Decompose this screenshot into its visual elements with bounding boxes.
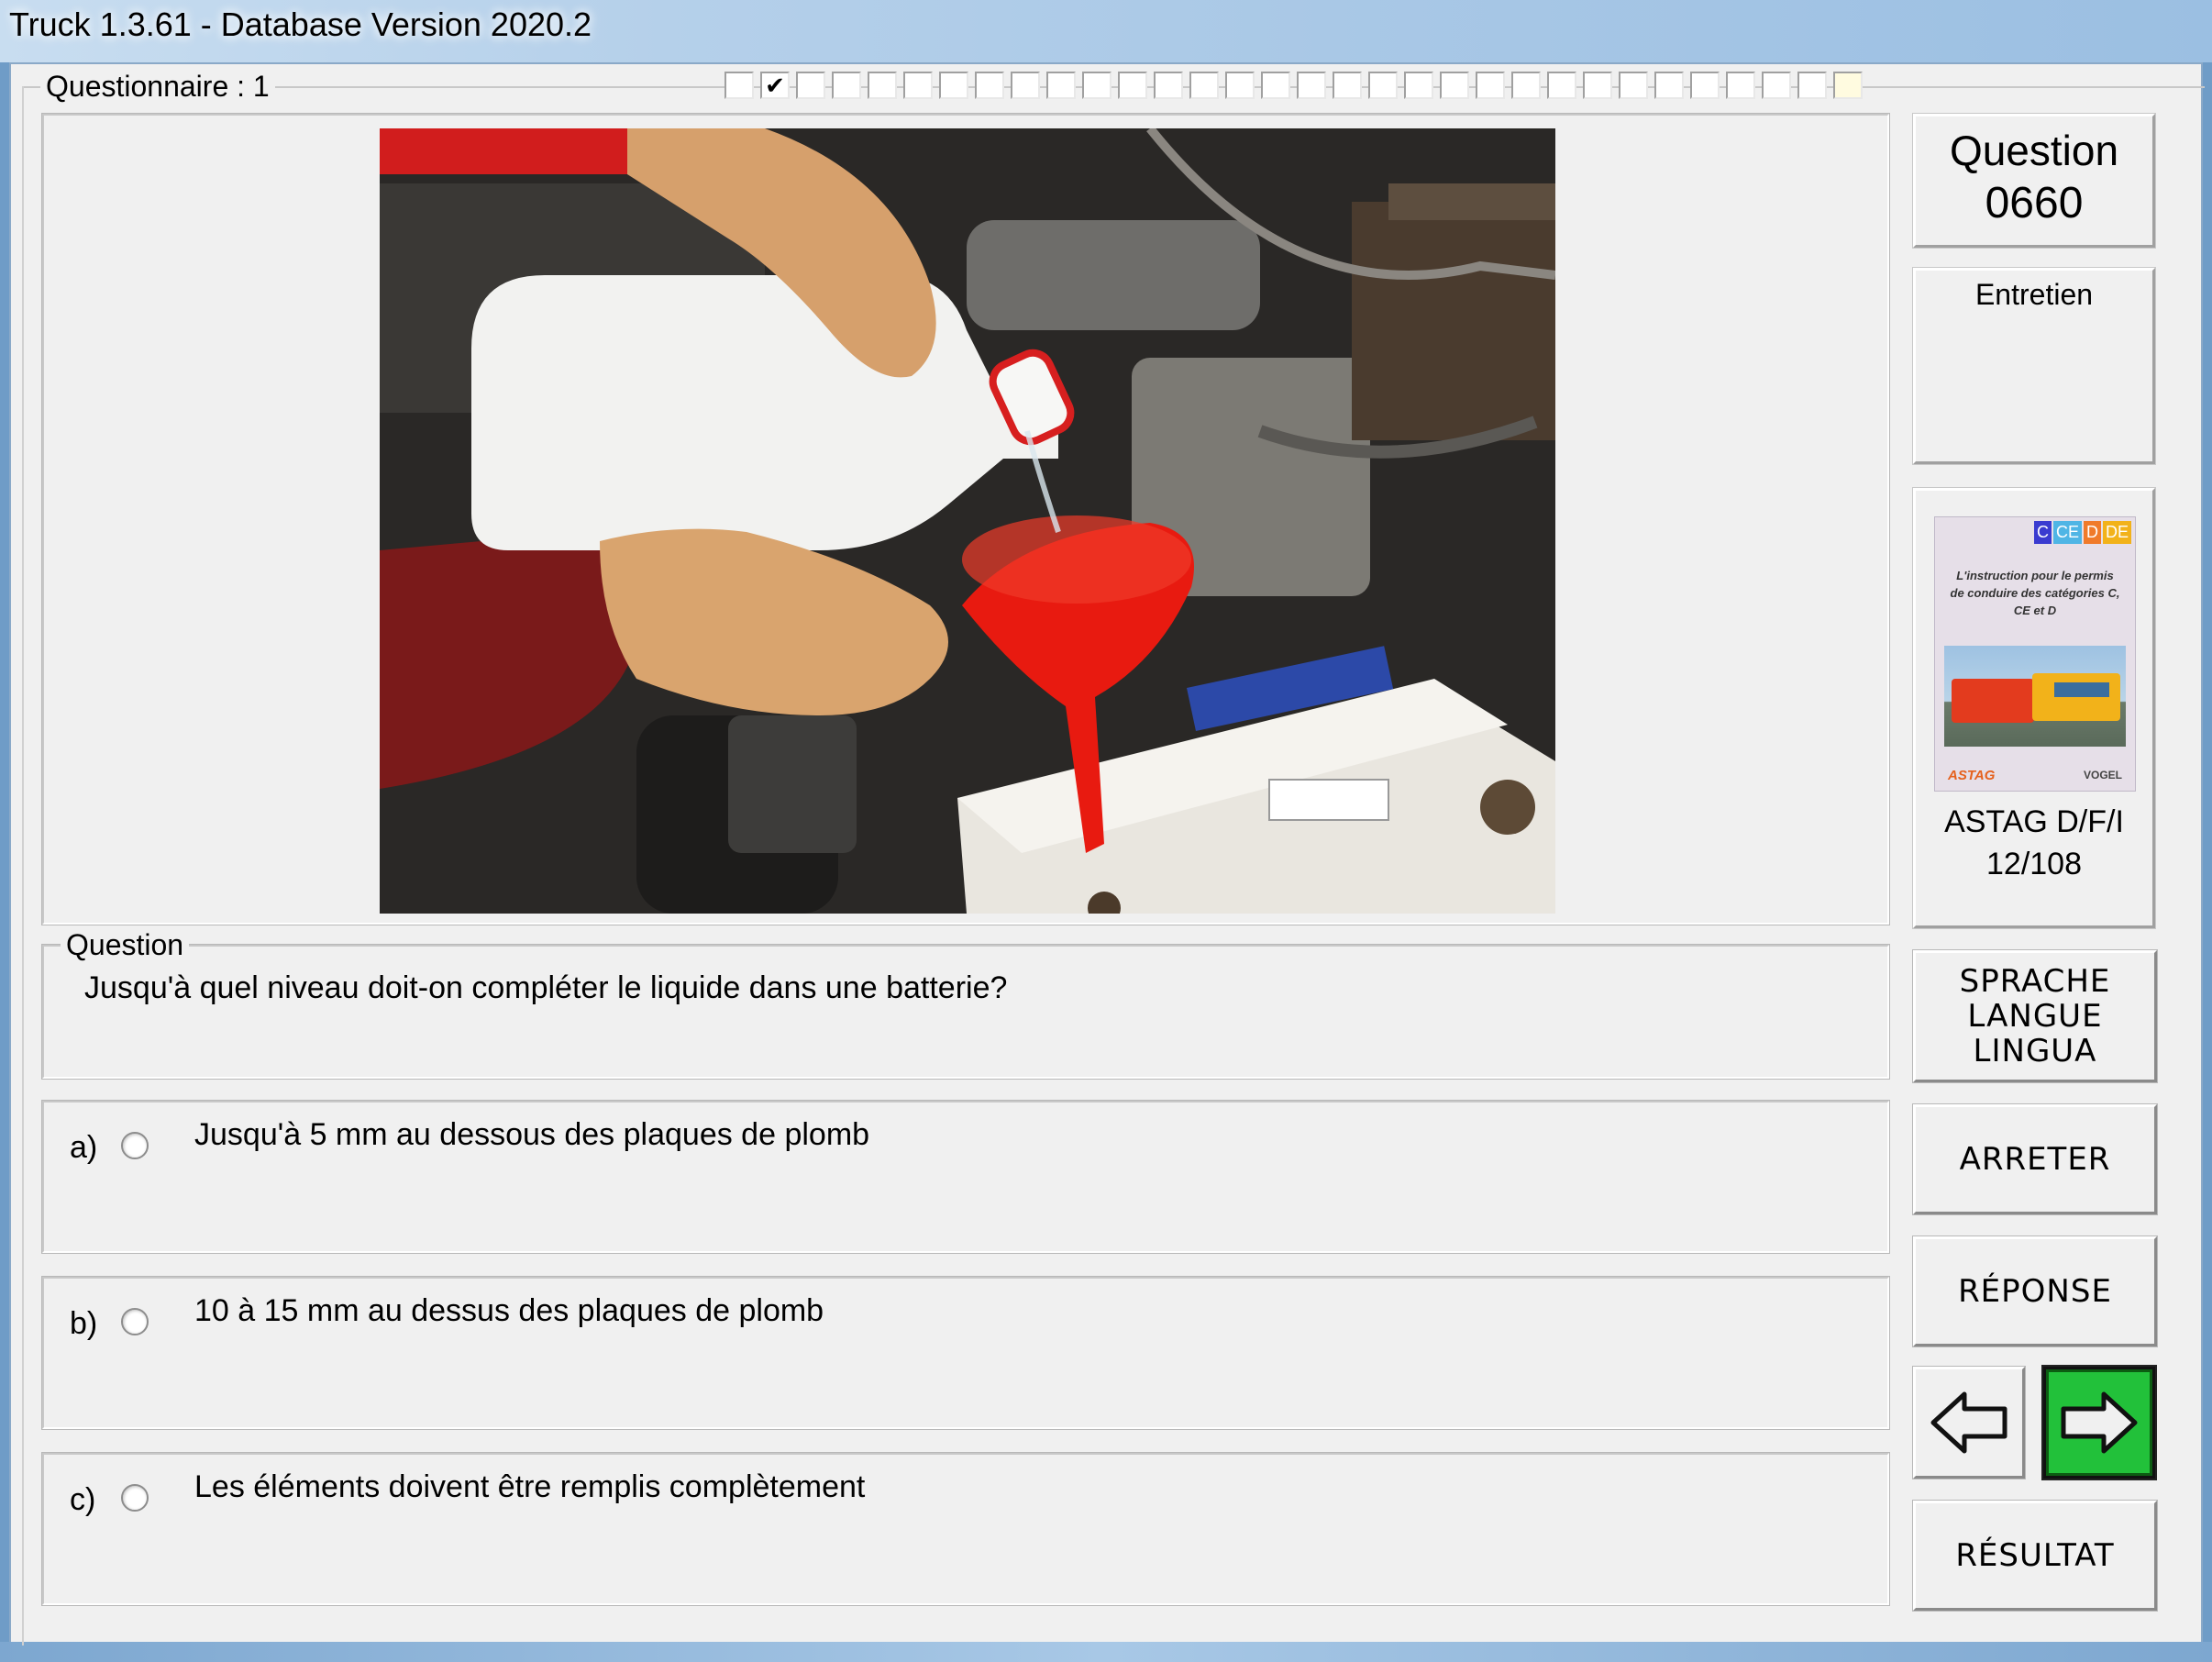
progress-box[interactable] bbox=[1404, 72, 1433, 99]
progress-box[interactable] bbox=[1261, 72, 1290, 99]
book-cover-trucks-image bbox=[1944, 646, 2126, 747]
book-publisher-left: ASTAG bbox=[1948, 768, 1996, 783]
language-label-de: SPRACHE bbox=[1959, 963, 2111, 1000]
question-number-title: Question bbox=[1949, 127, 2119, 174]
progress-box[interactable] bbox=[1654, 72, 1684, 99]
answer-radio-c[interactable] bbox=[121, 1484, 149, 1512]
book-source-line2: 12/108 bbox=[1986, 847, 2082, 881]
progress-box[interactable] bbox=[1046, 72, 1076, 99]
stop-button[interactable]: ARRETER bbox=[1912, 1103, 2158, 1215]
progress-box[interactable] bbox=[1762, 72, 1791, 99]
answer-radio-b[interactable] bbox=[121, 1308, 149, 1335]
progress-box[interactable]: ✔ bbox=[760, 72, 790, 99]
book-cover: C CE D DE L'instruction pour le permis d… bbox=[1934, 516, 2136, 792]
progress-box[interactable] bbox=[868, 72, 897, 99]
answer-text-b: 10 à 15 mm au dessus des plaques de plom… bbox=[194, 1293, 824, 1328]
question-panel bbox=[41, 944, 1890, 1080]
progress-box[interactable] bbox=[1154, 72, 1183, 99]
question-photo bbox=[380, 128, 1555, 914]
progress-box[interactable] bbox=[1619, 72, 1648, 99]
question-text: Jusqu'à quel niveau doit-on compléter le… bbox=[84, 970, 1008, 1005]
progress-box[interactable] bbox=[1118, 72, 1147, 99]
language-label-fr: LANGUE bbox=[1967, 998, 2103, 1035]
question-number-box: Question 0660 bbox=[1912, 113, 2156, 249]
arrow-right-icon bbox=[2061, 1391, 2138, 1454]
window-title: Truck 1.3.61 - Database Version 2020.2 bbox=[9, 6, 592, 43]
progress-box[interactable] bbox=[1726, 72, 1755, 99]
window-bottom-border bbox=[0, 1642, 2212, 1662]
book-cover-text: L'instruction pour le permis de conduire… bbox=[1950, 569, 2120, 617]
progress-box[interactable] bbox=[1225, 72, 1255, 99]
previous-question-button[interactable] bbox=[1912, 1366, 2026, 1479]
question-category: Entretien bbox=[1974, 278, 2094, 311]
language-label-it: LINGUA bbox=[1973, 1033, 2097, 1069]
question-legend: Question bbox=[61, 928, 190, 962]
book-badge-c: C bbox=[2033, 521, 2052, 544]
title-bar: Truck 1.3.61 - Database Version 2020.2 bbox=[0, 0, 2212, 62]
progress-box[interactable] bbox=[1011, 72, 1040, 99]
answer-letter-b: b) bbox=[70, 1306, 98, 1341]
book-source-line1: ASTAG D/F/I bbox=[1944, 804, 2124, 839]
next-question-button[interactable] bbox=[2041, 1365, 2157, 1480]
language-button[interactable]: SPRACHE LANGUE LINGUA bbox=[1912, 949, 2158, 1083]
answer-text-c: Les éléments doivent être remplis complè… bbox=[194, 1469, 866, 1504]
answer-radio-a[interactable] bbox=[121, 1132, 149, 1159]
progress-box[interactable] bbox=[1690, 72, 1720, 99]
book-publisher-right: VOGEL bbox=[2083, 769, 2122, 781]
questionnaire-label: Questionnaire : 1 bbox=[40, 70, 275, 104]
progress-box[interactable] bbox=[1297, 72, 1326, 99]
answer-text-a: Jusqu'à 5 mm au dessous des plaques de p… bbox=[194, 1117, 870, 1152]
arrow-left-icon bbox=[1930, 1391, 2007, 1454]
book-badge-d: D bbox=[2083, 521, 2101, 544]
battery-refill-illustration bbox=[380, 128, 1555, 914]
progress-box[interactable] bbox=[903, 72, 933, 99]
progress-box[interactable] bbox=[1189, 72, 1219, 99]
progress-box[interactable] bbox=[1368, 72, 1398, 99]
answer-letter-c: c) bbox=[70, 1482, 96, 1517]
category-box: Entretien bbox=[1912, 267, 2156, 465]
source-book-box: C CE D DE L'instruction pour le permis d… bbox=[1912, 487, 2156, 929]
progress-box[interactable] bbox=[939, 72, 968, 99]
progress-box[interactable] bbox=[1833, 72, 1863, 99]
progress-box[interactable] bbox=[1583, 72, 1612, 99]
progress-box[interactable] bbox=[1082, 72, 1112, 99]
progress-box[interactable] bbox=[1547, 72, 1576, 99]
progress-box[interactable] bbox=[1333, 72, 1362, 99]
progress-box[interactable] bbox=[796, 72, 825, 99]
progress-box[interactable] bbox=[832, 72, 861, 99]
progress-box[interactable] bbox=[1797, 72, 1827, 99]
question-progress-bar: ✔ bbox=[724, 72, 1863, 101]
book-category-badges: C CE D DE bbox=[2033, 521, 2131, 544]
book-badge-de: DE bbox=[2102, 521, 2131, 544]
question-number: 0660 bbox=[1985, 179, 2084, 227]
progress-box[interactable] bbox=[975, 72, 1004, 99]
progress-box[interactable] bbox=[724, 72, 754, 99]
questionnaire-group-border-left bbox=[22, 86, 24, 1645]
progress-box[interactable] bbox=[1476, 72, 1505, 99]
answer-button[interactable]: RÉPONSE bbox=[1912, 1235, 2158, 1347]
book-badge-ce: CE bbox=[2052, 521, 2082, 544]
answer-letter-a: a) bbox=[70, 1130, 98, 1165]
result-button[interactable]: RÉSULTAT bbox=[1912, 1500, 2158, 1612]
progress-box[interactable] bbox=[1440, 72, 1469, 99]
progress-box[interactable] bbox=[1511, 72, 1541, 99]
